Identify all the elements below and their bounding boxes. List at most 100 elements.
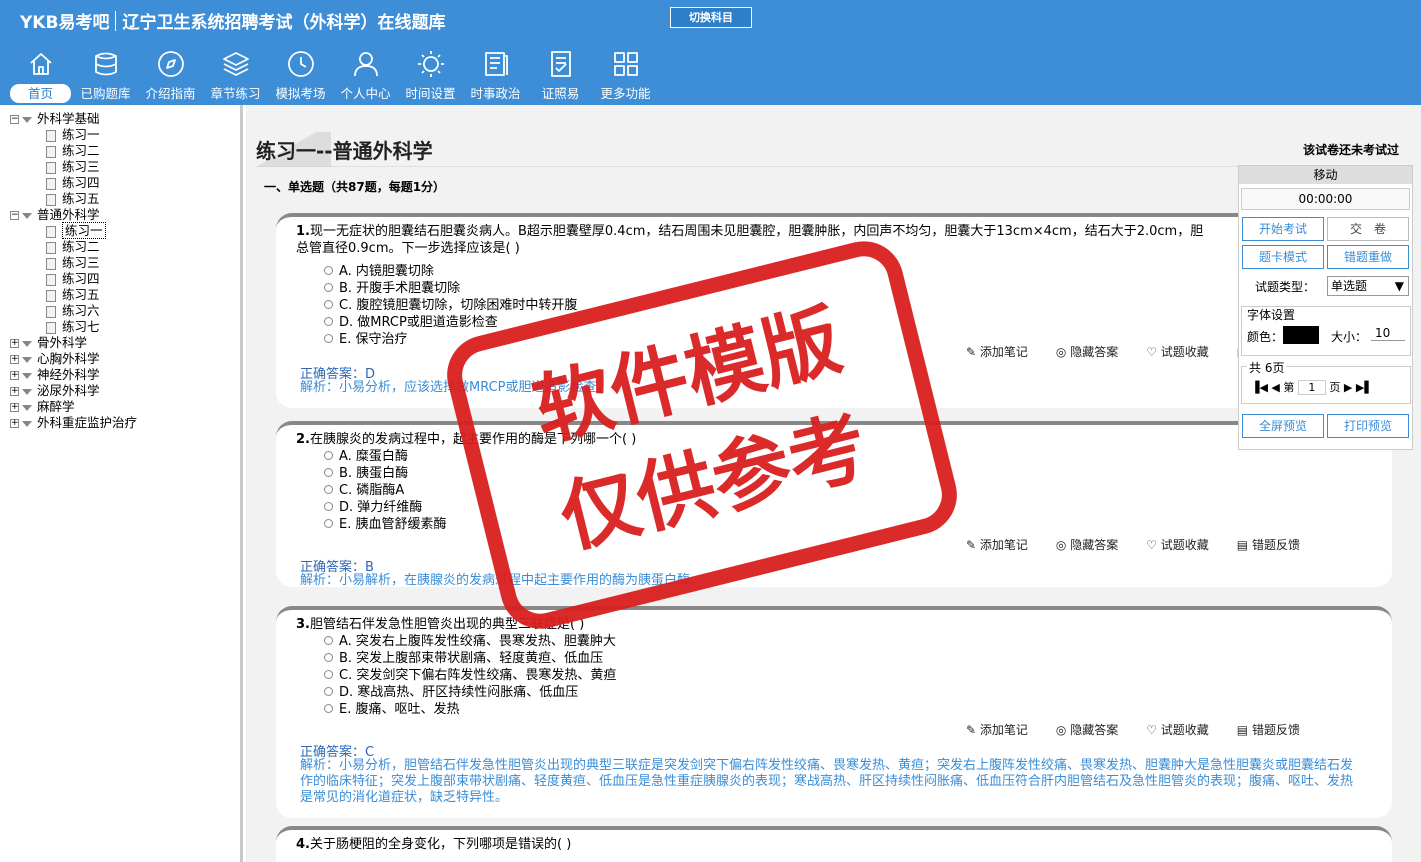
option[interactable]: E. 胰血管舒缓素酶 <box>324 513 446 532</box>
newspaper-icon <box>484 52 508 76</box>
hide-answer-button[interactable]: ◎ 隐藏答案 <box>1056 538 1132 552</box>
tree-item-label: 练习二 <box>62 239 100 254</box>
tree-item[interactable]: 练习二 <box>46 239 100 255</box>
expand-icon[interactable]: + <box>10 355 19 364</box>
print-preview-button[interactable]: 打印预览 <box>1327 414 1409 438</box>
tree-item[interactable]: 练习二 <box>46 143 100 159</box>
question-text: 4.关于肠梗阻的全身变化，下列哪项是错误的( ) <box>296 836 1216 853</box>
tree-folder-label: 麻醉学 <box>37 399 75 414</box>
radio-icon[interactable] <box>324 653 333 662</box>
nav-item-5[interactable]: 个人中心 <box>333 48 398 103</box>
radio-icon[interactable] <box>324 519 333 528</box>
expand-icon[interactable]: + <box>10 371 19 380</box>
option[interactable]: E. 保守治疗 <box>324 328 407 347</box>
nav-item-0[interactable]: 首页 <box>8 48 73 103</box>
question-type-select[interactable]: 单选题 ▼ <box>1327 276 1409 296</box>
nav-item-6[interactable]: 时间设置 <box>398 48 463 103</box>
explanation: 解析：小易解析，在胰腺炎的发病过程中起主要作用的酶为胰蛋白酶。 <box>300 573 704 588</box>
tree-item[interactable]: 练习四 <box>46 175 100 191</box>
tree-item[interactable]: 练习六 <box>46 303 100 319</box>
tree-item[interactable]: 练习三 <box>46 255 100 271</box>
color-swatch[interactable] <box>1283 326 1319 344</box>
radio-icon[interactable] <box>324 704 333 713</box>
expand-icon[interactable]: + <box>10 419 19 428</box>
switch-subject-button[interactable]: 切换科目 <box>670 7 752 28</box>
page-input[interactable]: 1 <box>1297 380 1326 395</box>
radio-icon[interactable] <box>324 468 333 477</box>
tree-folder[interactable]: − 外科学基础 <box>10 111 100 127</box>
question-text: 1.现一无症状的胆囊结石胆囊炎病人。B超示胆囊壁厚0.4cm，结石周围未见胆囊腔… <box>296 223 1216 257</box>
nav-item-2[interactable]: 介绍指南 <box>138 48 203 103</box>
tree-item[interactable]: 练习七 <box>46 319 100 335</box>
prev-page-icon[interactable]: ◀ <box>1271 381 1279 394</box>
tree-folder[interactable]: + 泌尿外科学 <box>10 383 100 399</box>
favorite-button[interactable]: ♡ 试题收藏 <box>1146 538 1223 552</box>
radio-icon[interactable] <box>324 317 333 326</box>
fullscreen-preview-button[interactable]: 全屏预览 <box>1242 414 1324 438</box>
tree-item[interactable]: 练习一 <box>46 222 106 239</box>
add-note-button[interactable]: ✎ 添加笔记 <box>966 723 1042 737</box>
tree-folder[interactable]: + 神经外科学 <box>10 367 100 383</box>
expand-icon[interactable]: + <box>10 339 19 348</box>
redo-wrong-button[interactable]: 错题重做 <box>1327 245 1409 269</box>
option[interactable]: E. 腹痛、呕吐、发热 <box>324 698 459 717</box>
size-input[interactable]: 10 <box>1371 326 1405 341</box>
question-actions: ✎ 添加笔记 ◎ 隐藏答案 ♡ 试题收藏 ▤ 错题反馈 <box>966 536 1328 553</box>
radio-icon[interactable] <box>324 502 333 511</box>
tree-item[interactable]: 练习三 <box>46 159 100 175</box>
radio-icon[interactable] <box>324 687 333 696</box>
add-note-button[interactable]: ✎ 添加笔记 <box>966 538 1042 552</box>
folder-icon <box>22 116 32 123</box>
radio-icon[interactable] <box>324 670 333 679</box>
font-settings-label: 字体设置 <box>1247 308 1296 322</box>
radio-icon[interactable] <box>324 485 333 494</box>
radio-icon[interactable] <box>324 266 333 275</box>
document-icon <box>46 161 56 174</box>
tree-item[interactable]: 练习一 <box>46 127 100 143</box>
last-page-icon[interactable]: ▶▌ <box>1356 381 1373 394</box>
tree-folder[interactable]: + 外科重症监护治疗 <box>10 415 137 431</box>
report-error-button[interactable]: ▤ 错题反馈 <box>1237 723 1314 737</box>
nav-label: 时间设置 <box>405 86 456 101</box>
tree-folder[interactable]: + 麻醉学 <box>10 399 75 415</box>
first-page-icon[interactable]: ▐◀ <box>1251 381 1268 394</box>
tree-item[interactable]: 练习四 <box>46 271 100 287</box>
radio-icon[interactable] <box>324 334 333 343</box>
nav-label: 已购题库 <box>80 86 131 101</box>
nav-item-1[interactable]: 已购题库 <box>73 48 138 103</box>
radio-icon[interactable] <box>324 636 333 645</box>
favorite-button[interactable]: ♡ 试题收藏 <box>1146 723 1223 737</box>
document-icon <box>46 193 56 206</box>
start-exam-button[interactable]: 开始考试 <box>1242 217 1324 241</box>
expand-icon[interactable]: + <box>10 403 19 412</box>
tree-item-label: 练习一 <box>62 127 100 142</box>
submit-button[interactable]: 交 卷 <box>1327 217 1409 241</box>
tree-folder[interactable]: − 普通外科学 <box>10 207 100 223</box>
radio-icon[interactable] <box>324 283 333 292</box>
collapse-icon[interactable]: − <box>10 115 19 124</box>
document-icon <box>46 257 56 270</box>
tree-folder-label: 外科重症监护治疗 <box>37 415 138 430</box>
card-mode-button[interactable]: 题卡模式 <box>1242 245 1324 269</box>
hide-answer-button[interactable]: ◎ 隐藏答案 <box>1056 723 1132 737</box>
radio-icon[interactable] <box>324 300 333 309</box>
nav-label: 证照易 <box>541 86 580 101</box>
nav-item-4[interactable]: 模拟考场 <box>268 48 333 103</box>
hide-answer-button[interactable]: ◎ 隐藏答案 <box>1056 345 1132 359</box>
nav-item-9[interactable]: 更多功能 <box>593 48 658 103</box>
tree-folder[interactable]: + 心胸外科学 <box>10 351 100 367</box>
expand-icon[interactable]: + <box>10 387 19 396</box>
add-note-button[interactable]: ✎ 添加笔记 <box>966 345 1042 359</box>
tree-item[interactable]: 练习五 <box>46 287 100 303</box>
nav-item-8[interactable]: 证照易 <box>528 48 593 103</box>
collapse-icon[interactable]: − <box>10 211 19 220</box>
tree-folder[interactable]: + 骨外科学 <box>10 335 87 351</box>
report-error-button[interactable]: ▤ 错题反馈 <box>1237 538 1314 552</box>
radio-icon[interactable] <box>324 451 333 460</box>
next-page-icon[interactable]: ▶ <box>1344 381 1352 394</box>
nav-item-3[interactable]: 章节练习 <box>203 48 268 103</box>
favorite-button[interactable]: ♡ 试题收藏 <box>1146 345 1223 359</box>
nav-item-7[interactable]: 时事政治 <box>463 48 528 103</box>
tree-item[interactable]: 练习五 <box>46 191 100 207</box>
move-handle[interactable]: 移动 <box>1239 166 1412 184</box>
